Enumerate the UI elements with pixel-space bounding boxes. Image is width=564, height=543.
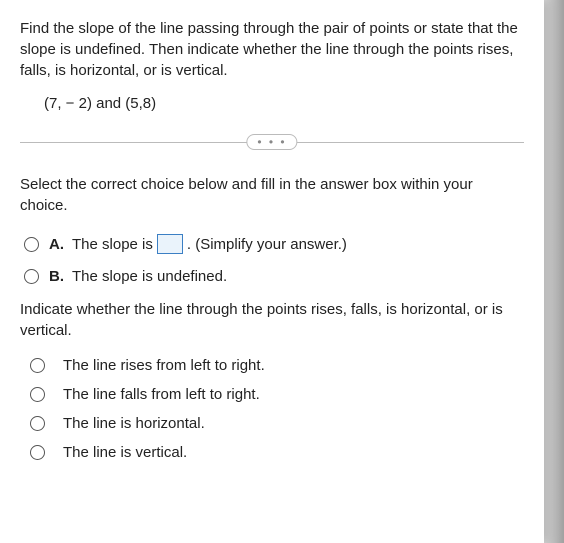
option-label: The line rises from left to right.	[63, 357, 265, 374]
radio-icon[interactable]	[24, 269, 39, 284]
ellipsis-button[interactable]: • • •	[246, 134, 297, 150]
option-label: The line falls from left to right.	[63, 386, 260, 403]
radio-icon[interactable]	[30, 387, 45, 402]
option-vertical[interactable]: The line is vertical.	[20, 444, 524, 461]
choice-a-before: The slope is	[72, 236, 153, 253]
part2-options: The line rises from left to right. The l…	[20, 357, 524, 461]
choice-b-row[interactable]: B. The slope is undefined.	[20, 268, 524, 285]
radio-icon[interactable]	[30, 445, 45, 460]
divider: • • •	[20, 132, 524, 152]
radio-icon[interactable]	[30, 416, 45, 431]
option-horizontal[interactable]: The line is horizontal.	[20, 415, 524, 432]
choice-a-row[interactable]: A. The slope is . (Simplify your answer.…	[20, 234, 524, 254]
question-prompt: Find the slope of the line passing throu…	[20, 18, 524, 81]
option-label: The line is vertical.	[63, 444, 187, 461]
choice-b-text: The slope is undefined.	[72, 268, 227, 285]
option-falls[interactable]: The line falls from left to right.	[20, 386, 524, 403]
radio-icon[interactable]	[24, 237, 39, 252]
page-edge-shadow	[544, 0, 564, 543]
part1-instruction: Select the correct choice below and fill…	[20, 174, 524, 216]
question-sheet: Find the slope of the line passing throu…	[0, 0, 544, 543]
choice-a-after: . (Simplify your answer.)	[187, 236, 347, 253]
choice-b-letter: B.	[49, 268, 64, 285]
option-label: The line is horizontal.	[63, 415, 205, 432]
part2-instruction: Indicate whether the line through the po…	[20, 299, 524, 341]
choice-a-text: The slope is . (Simplify your answer.)	[72, 234, 347, 254]
radio-icon[interactable]	[30, 358, 45, 373]
question-points: (7, − 2) and (5,8)	[20, 95, 524, 112]
option-rises[interactable]: The line rises from left to right.	[20, 357, 524, 374]
choice-a-letter: A.	[49, 236, 64, 253]
answer-input[interactable]	[157, 234, 183, 254]
